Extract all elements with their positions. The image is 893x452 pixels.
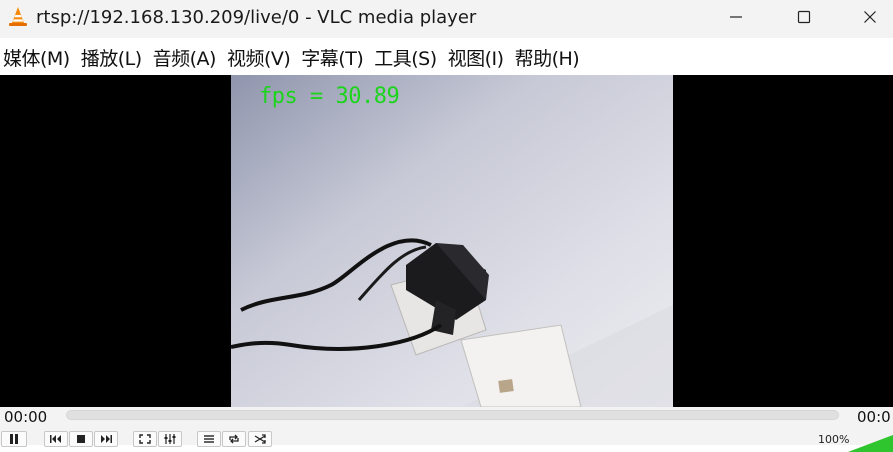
pause-icon xyxy=(10,434,18,444)
next-icon xyxy=(101,435,112,443)
menu-subtitle[interactable]: 字幕(T) xyxy=(298,44,371,71)
video-scene xyxy=(231,75,673,407)
extended-settings-icon xyxy=(164,434,176,444)
time-elapsed: 00:00 xyxy=(4,408,48,426)
menu-help[interactable]: 帮助(H) xyxy=(512,44,588,71)
menu-video[interactable]: 视频(V) xyxy=(224,44,298,71)
control-bar: 00:00 00:0 100% xyxy=(0,407,893,452)
video-output[interactable]: fps = 30.89 xyxy=(0,75,893,407)
fullscreen-icon xyxy=(139,434,151,444)
menu-audio[interactable]: 音频(A) xyxy=(150,44,224,71)
volume-percent: 100% xyxy=(818,433,850,446)
window-title: rtsp://192.168.130.209/live/0 - VLC medi… xyxy=(36,7,477,28)
playlist-icon xyxy=(204,435,214,443)
close-button[interactable] xyxy=(847,0,893,34)
maximize-button[interactable] xyxy=(781,0,827,34)
menu-bar: 媒体(M) 播放(L) 音频(A) 视频(V) 字幕(T) 工具(S) 视图(I… xyxy=(0,40,893,74)
time-total: 00:0 xyxy=(857,408,891,426)
close-icon xyxy=(864,11,876,23)
volume-slider[interactable] xyxy=(848,435,893,452)
shuffle-icon xyxy=(254,434,266,444)
maximize-icon xyxy=(797,10,811,24)
loop-icon xyxy=(229,434,239,444)
minimize-icon xyxy=(730,16,742,18)
previous-icon xyxy=(50,435,61,443)
seek-bar[interactable] xyxy=(66,410,839,420)
vlc-cone-icon xyxy=(9,7,27,26)
menu-playback[interactable]: 播放(L) xyxy=(78,44,150,71)
video-frame: fps = 30.89 xyxy=(231,75,673,407)
fps-overlay-text: fps = 30.89 xyxy=(259,84,400,109)
menu-view[interactable]: 视图(I) xyxy=(445,44,512,71)
title-bar: rtsp://192.168.130.209/live/0 - VLC medi… xyxy=(0,0,893,38)
stop-icon xyxy=(77,435,85,443)
menu-tools[interactable]: 工具(S) xyxy=(371,44,444,71)
minimize-button[interactable] xyxy=(713,0,759,34)
menu-media[interactable]: 媒体(M) xyxy=(0,44,78,71)
